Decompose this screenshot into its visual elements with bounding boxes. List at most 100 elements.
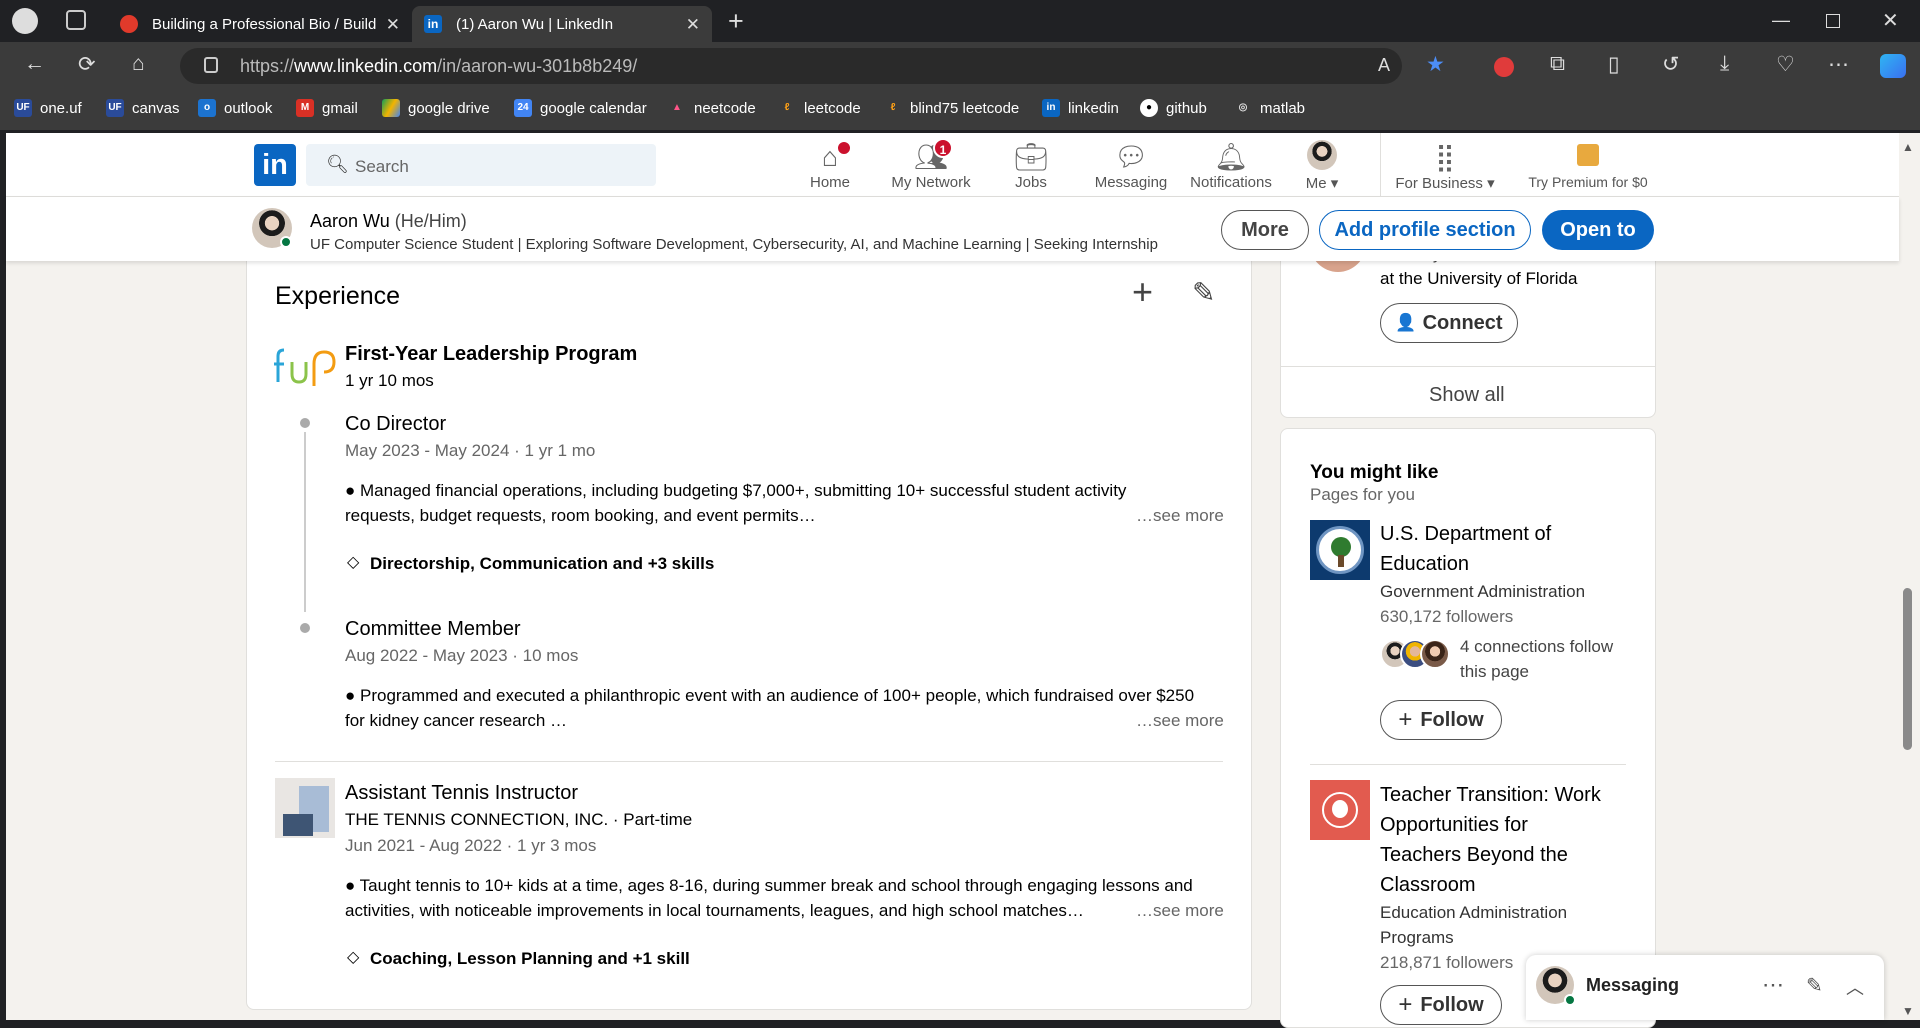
bookmark-gmail[interactable]: Mgmail <box>296 99 358 117</box>
history-icon[interactable]: ↺ <box>1662 52 1680 77</box>
connect-button[interactable]: 👤 Connect <box>1380 303 1518 343</box>
compose-icon[interactable]: ✎ <box>1806 973 1823 998</box>
us-education-seal-icon[interactable] <box>1310 520 1370 580</box>
teacher-transition-logo-icon[interactable] <box>1310 780 1370 840</box>
nav-premium[interactable]: Try Premium for $0 <box>1516 140 1660 190</box>
linkedin-favicon-icon: in <box>424 15 442 33</box>
timeline-dot <box>300 418 310 428</box>
bookmark-label: github <box>1166 99 1207 117</box>
minimize-icon[interactable]: — <box>1772 10 1790 31</box>
nav-my-network[interactable]: 👥︎ 1 My Network <box>881 138 981 191</box>
nav-messaging[interactable]: 💬︎ Messaging <box>1081 140 1181 191</box>
extensions-icon[interactable]: ⧉ <box>1550 52 1565 76</box>
edit-pencil-icon[interactable]: ✎ <box>1192 276 1215 309</box>
lock-icon[interactable] <box>204 57 218 73</box>
scrollbar-thumb[interactable] <box>1903 588 1912 750</box>
messaging-label: Messaging <box>1586 975 1680 995</box>
bookmark-canvas[interactable]: UF canvas <box>106 99 180 117</box>
connections-follow-line: this page <box>1460 662 1529 681</box>
open-to-button[interactable]: Open to <box>1542 210 1654 250</box>
chevron-up-icon[interactable]: ︿ <box>1846 974 1864 1000</box>
linkedin-icon: in <box>1042 99 1060 117</box>
bookmark-google-drive[interactable]: google drive <box>382 99 490 117</box>
bookmark-github[interactable]: ● github <box>1140 99 1207 117</box>
job-title[interactable]: Assistant Tennis Instructor <box>345 782 578 805</box>
page-name-line[interactable]: U.S. Department of <box>1380 523 1551 546</box>
page-name-line[interactable]: Education <box>1380 553 1469 576</box>
tab-professional-bio[interactable]: Building a Professional Bio / Build ✕ <box>108 6 412 42</box>
bookmark-matlab[interactable]: ◎ matlab <box>1234 99 1305 117</box>
nav-label: My Network <box>891 174 971 191</box>
scroll-up-icon[interactable]: ▲ <box>1902 140 1914 154</box>
bookmark-blind75[interactable]: ℓ blind75 leetcode <box>884 99 1020 117</box>
more-menu-icon[interactable]: ⋯ <box>1828 52 1849 77</box>
page-followers: 218,871 followers <box>1380 953 1514 972</box>
url-text[interactable]: https://www.linkedin.com/in/aaron-wu-301… <box>240 56 637 77</box>
skills-link[interactable]: Directorship, Communication and +3 skill… <box>370 554 714 574</box>
role-title[interactable]: Co Director <box>345 413 446 436</box>
connection-avatar <box>1420 639 1450 669</box>
follow-button[interactable]: + Follow <box>1380 985 1502 1025</box>
search-icon: 🔍︎ <box>326 154 349 174</box>
refresh-icon[interactable]: ⟳ <box>78 52 96 77</box>
nav-notifications[interactable]: 🔔︎ Notifications <box>1181 140 1281 191</box>
favorite-star-icon[interactable]: ★ <box>1426 52 1445 77</box>
bookmark-leetcode[interactable]: ℓ leetcode <box>778 99 861 117</box>
follow-button[interactable]: + Follow <box>1380 700 1502 740</box>
bookmark-label: one.uf <box>40 99 82 117</box>
role-dates: Aug 2022 - May 2023 · 10 mos <box>345 646 579 665</box>
scroll-down-icon[interactable]: ▼ <box>1902 1004 1914 1018</box>
add-experience-icon[interactable]: + <box>1132 274 1153 310</box>
new-tab-icon[interactable]: + <box>728 6 744 37</box>
company-logo <box>275 778 335 838</box>
workspaces-icon[interactable] <box>66 10 86 30</box>
see-more-link[interactable]: …see more <box>1136 901 1224 921</box>
copilot-icon[interactable] <box>1880 54 1906 78</box>
see-more-link[interactable]: …see more <box>1136 711 1224 731</box>
scrollbar-track[interactable] <box>1899 133 1920 1020</box>
home-badge <box>836 140 852 156</box>
more-options-icon[interactable]: ⋯ <box>1762 972 1784 998</box>
bookmark-linkedin[interactable]: in linkedin <box>1042 99 1119 117</box>
neetcode-icon: ▲ <box>672 102 682 113</box>
github-icon: ● <box>1140 99 1158 117</box>
page-name-line[interactable]: Teacher Transition: Work <box>1380 784 1601 807</box>
bookmark-neetcode[interactable]: ▲ neetcode <box>668 99 756 117</box>
downloads-icon[interactable]: ⤓ <box>1720 52 1729 76</box>
close-tab-icon[interactable]: ✕ <box>386 15 400 35</box>
show-all-link[interactable]: Show all <box>1429 384 1505 407</box>
bookmark-outlook[interactable]: o outlook <box>198 99 272 117</box>
role-title[interactable]: Committee Member <box>345 618 521 641</box>
bookmark-one-uf[interactable]: UF one.uf <box>14 99 82 117</box>
read-aloud-icon[interactable]: A <box>1378 55 1390 76</box>
page-name-line[interactable]: Teachers Beyond the <box>1380 844 1568 867</box>
job-description-line: activities, with noticeable improvements… <box>345 901 1084 920</box>
linkedin-logo-icon[interactable]: in <box>254 144 296 186</box>
see-more-link[interactable]: …see more <box>1136 506 1224 526</box>
role-description-line: for kidney cancer research … <box>345 711 568 730</box>
page-name-line[interactable]: Classroom <box>1380 874 1476 897</box>
add-profile-section-button[interactable]: Add profile section <box>1319 210 1531 250</box>
bookmark-label: blind75 leetcode <box>910 99 1020 117</box>
close-tab-icon[interactable]: ✕ <box>686 15 700 35</box>
nav-jobs[interactable]: 💼︎ Jobs <box>981 140 1081 191</box>
page-name-line[interactable]: Opportunities for <box>1380 814 1528 837</box>
more-button[interactable]: More <box>1221 210 1309 250</box>
skills-link[interactable]: Coaching, Lesson Planning and +1 skill <box>370 949 690 969</box>
back-icon[interactable]: ← <box>24 52 45 76</box>
nav-for-business[interactable]: ⣿ For Business ▾ <box>1390 140 1500 192</box>
close-window-icon[interactable]: ✕ <box>1882 8 1899 33</box>
nav-me[interactable]: Me ▾ <box>1282 140 1362 192</box>
messaging-widget[interactable] <box>1526 955 1884 1020</box>
uf-icon: UF <box>14 99 32 117</box>
browser-profile-icon[interactable] <box>12 8 38 34</box>
bookmark-google-calendar[interactable]: 24 google calendar <box>514 99 647 117</box>
restore-icon[interactable] <box>1826 14 1840 28</box>
tab-linkedin[interactable]: in (1) Aaron Wu | LinkedIn ✕ <box>412 6 712 42</box>
org-name[interactable]: First-Year Leadership Program <box>345 343 637 366</box>
nav-home[interactable]: ⌂ Home <box>780 140 880 191</box>
home-icon[interactable]: ⌂ <box>132 52 145 76</box>
extension-red-icon[interactable] <box>1494 57 1514 77</box>
split-screen-icon[interactable]: ▯ <box>1608 52 1620 77</box>
performance-icon[interactable]: ♡ <box>1776 52 1795 77</box>
